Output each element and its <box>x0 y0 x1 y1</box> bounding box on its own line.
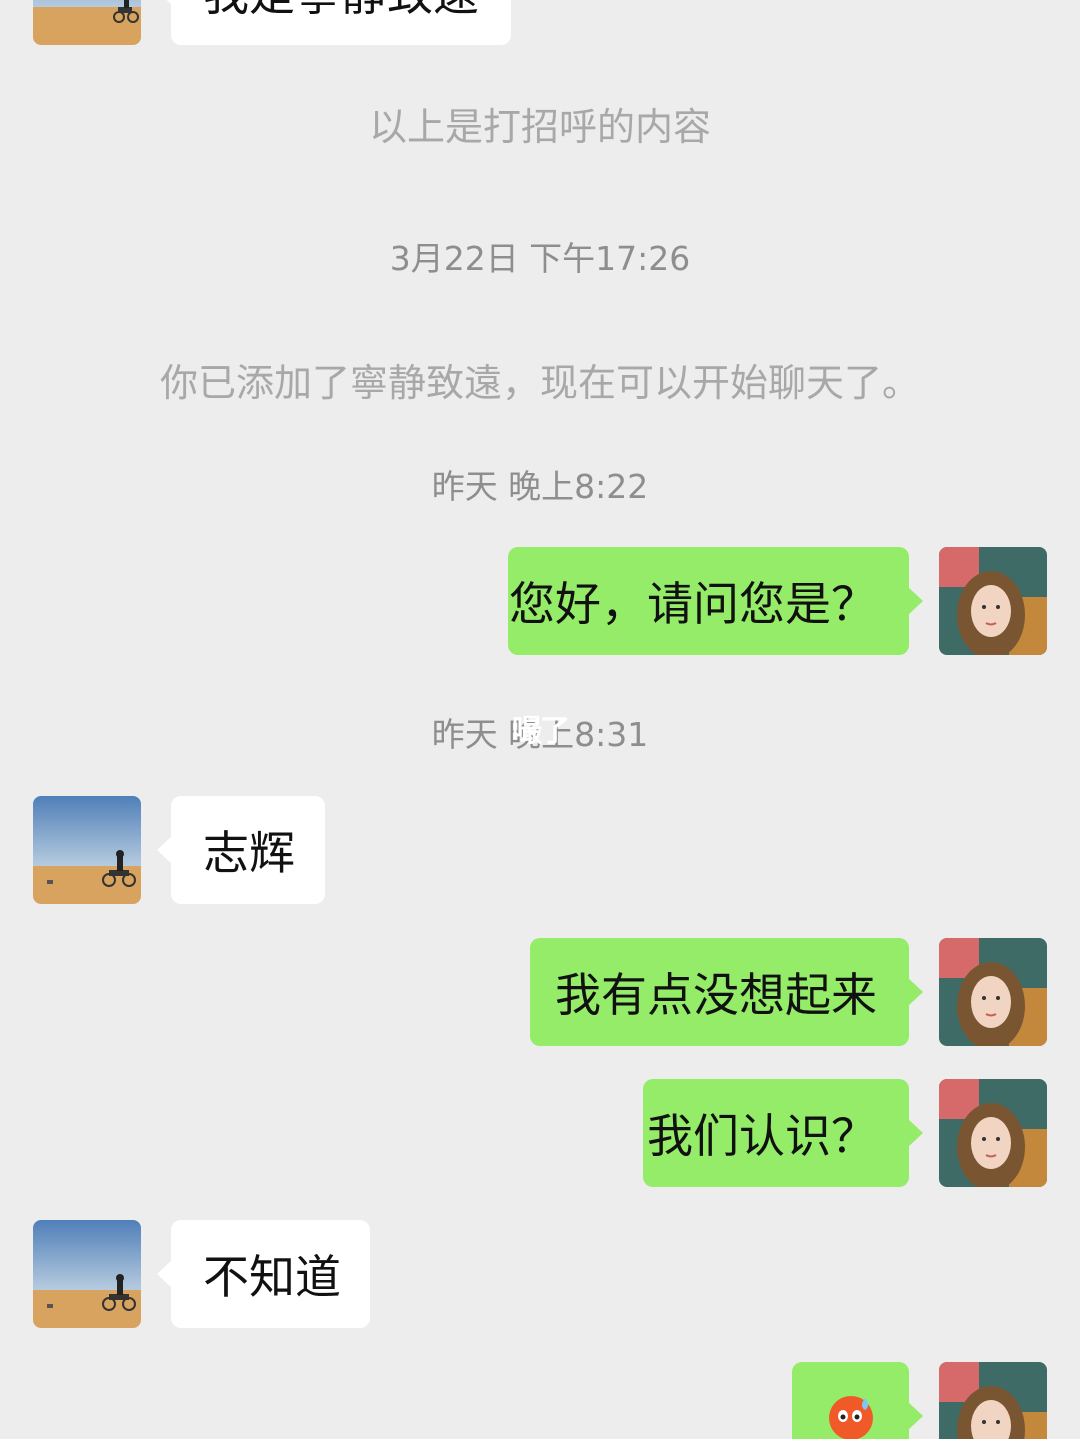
portrait-avatar-icon <box>939 547 1047 655</box>
message-text: 我们认识？ <box>647 1109 877 1163</box>
message-text: 志辉 <box>203 826 295 880</box>
message-bubble-outgoing[interactable]: 您好，请问您是？ <box>508 547 923 655</box>
timestamp: 3月22日 下午17:26 <box>389 239 691 278</box>
message-bubble-outgoing[interactable] <box>792 1362 923 1439</box>
message-text: 我是寧靜致遠 <box>203 0 479 24</box>
desert-motorbike-avatar-icon <box>33 796 141 904</box>
watermark: 嘬了 <box>512 714 570 749</box>
self-avatar[interactable] <box>939 1079 1047 1187</box>
contact-avatar[interactable] <box>33 1220 141 1328</box>
portrait-avatar-icon <box>939 1362 1047 1439</box>
self-avatar[interactable] <box>939 938 1047 1046</box>
timestamp: 昨天 晚上8:22 <box>431 467 649 506</box>
desert-motorbike-avatar-icon <box>33 1220 141 1328</box>
portrait-avatar-icon <box>939 1079 1047 1187</box>
system-note-greeting: 以上是打招呼的内容 <box>368 105 711 149</box>
chat-window: 我是寧靜致遠 以上是打招呼的内容 3月22日 下午17:26 你已添加了寧静致遠… <box>0 0 1080 1439</box>
sweat-face-emoji-icon <box>828 1396 873 1439</box>
message-text: 您好，请问您是？ <box>509 577 877 631</box>
message-text: 不知道 <box>203 1250 341 1304</box>
contact-avatar[interactable] <box>33 796 141 904</box>
contact-avatar[interactable] <box>33 0 141 45</box>
desert-motorbike-avatar-icon <box>33 0 141 45</box>
portrait-avatar-icon <box>939 938 1047 1046</box>
message-text: 我有点没想起来 <box>555 968 877 1022</box>
system-note-added: 你已添加了寧静致遠，现在可以开始聊天了。 <box>159 361 920 405</box>
self-avatar[interactable] <box>939 1362 1047 1439</box>
message-bubble-incoming[interactable]: 不知道 <box>157 1220 370 1328</box>
message-bubble-incoming[interactable]: 我是寧靜致遠 <box>157 0 511 45</box>
message-bubble-incoming[interactable]: 志辉 <box>157 796 325 904</box>
self-avatar[interactable] <box>939 547 1047 655</box>
message-bubble-outgoing[interactable]: 我们认识？ <box>643 1079 923 1187</box>
message-bubble-outgoing[interactable]: 我有点没想起来 <box>530 938 923 1046</box>
